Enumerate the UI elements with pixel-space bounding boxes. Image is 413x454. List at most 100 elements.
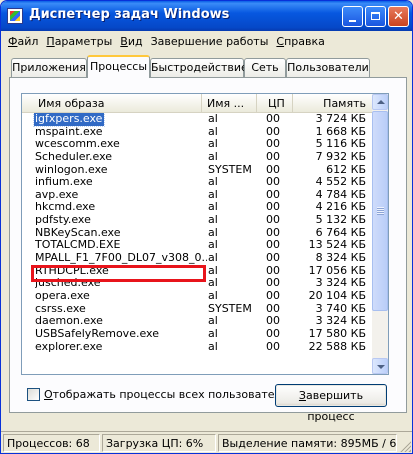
table-row[interactable]: csrss.exe SYSTEM 00 3 740 КБ (22, 303, 372, 316)
menu-view[interactable]: Вид (116, 32, 146, 51)
process-cpu: 00 (266, 138, 280, 151)
menu-file-label: айл (17, 35, 39, 48)
status-bar: Процессов: 68 Загрузка ЦП: 6% Выделение … (1, 431, 412, 453)
minimize-icon (349, 20, 356, 22)
process-memory: 3 324 КБ (315, 277, 366, 290)
process-cpu: 00 (266, 214, 280, 227)
process-user: al (208, 252, 218, 265)
process-cpu: 00 (266, 340, 280, 353)
show-all-users-label[interactable]: Отображать процессы всех пользователей (44, 388, 295, 401)
process-cpu: 00 (266, 277, 280, 290)
show-all-users-accel: О (44, 387, 53, 401)
process-cpu: 00 (266, 113, 280, 125)
process-user: al (208, 340, 218, 353)
process-list-header: Имя образа Имя ... ЦП Память (22, 94, 372, 113)
scroll-down-button[interactable] (372, 358, 388, 374)
table-row[interactable]: mspaint.exe al 00 1 668 КБ (22, 126, 372, 139)
process-list[interactable]: Имя образа Имя ... ЦП Память igfxpers.ex… (21, 93, 389, 375)
process-name: Scheduler.exe (35, 150, 113, 163)
tab-users[interactable]: Пользователи (286, 58, 370, 78)
process-cpu: 00 (266, 302, 280, 315)
end-process-button[interactable]: Завершить процесс (275, 384, 387, 423)
task-manager-app-icon (7, 8, 23, 24)
menu-bar: Файл Параметры Вид Завершение работы Справка (4, 32, 409, 51)
table-row[interactable]: avp.exe al 00 4 784 КБ (22, 189, 372, 202)
process-cpu: 00 (266, 201, 280, 214)
process-user: al (208, 113, 218, 125)
table-row[interactable]: hkcmd.exe al 00 4 216 КБ (22, 201, 372, 214)
table-row[interactable]: igfxpers.exe al 00 3 724 КБ (22, 113, 372, 127)
table-row[interactable]: NBKeyScan.exe al 00 6 764 КБ (22, 227, 372, 240)
column-cpu[interactable]: ЦП (257, 94, 293, 113)
column-user-name[interactable]: Имя ... (202, 94, 257, 113)
process-memory: 4 784 КБ (315, 188, 366, 201)
process-name: hkcmd.exe (35, 201, 96, 214)
column-memory[interactable]: Память (293, 94, 372, 113)
process-cpu: 00 (266, 289, 280, 302)
show-all-users-checkbox[interactable] (27, 387, 40, 401)
task-manager-window: Диспетчер задач Windows ✕ Файл Параметры В… (0, 0, 413, 454)
maximize-button[interactable] (365, 6, 386, 27)
process-user: al (208, 214, 218, 227)
process-cpu: 00 (266, 264, 280, 277)
process-memory: 5 116 КБ (315, 138, 366, 151)
process-name: csrss.exe (35, 302, 86, 315)
table-row[interactable]: explorer.exe al 00 22 588 КБ (22, 341, 372, 354)
scroll-thumb[interactable] (372, 111, 388, 311)
table-row[interactable]: daemon.exe al 00 3 324 КБ (22, 315, 372, 328)
tab-applications[interactable]: Приложения (11, 58, 87, 78)
process-memory: 7 932 КБ (315, 150, 366, 163)
process-user: SYSTEM (208, 163, 252, 176)
maximize-icon (371, 12, 380, 20)
table-row[interactable]: Scheduler.exe al 00 7 932 КБ (22, 151, 372, 164)
close-button[interactable]: ✕ (388, 6, 409, 27)
process-name: infium.exe (35, 176, 93, 189)
menu-help[interactable]: Справка (272, 32, 328, 51)
title-bar[interactable]: Диспетчер задач Windows ✕ (1, 1, 412, 31)
process-user: al (208, 150, 218, 163)
table-row[interactable]: wcescomm.exe al 00 5 116 КБ (22, 138, 372, 151)
table-row[interactable]: pdfsty.exe al 00 5 132 КБ (22, 214, 372, 227)
table-row[interactable]: USBSafelyRemove.exe al 00 17 580 КБ (22, 328, 372, 341)
menu-options[interactable]: Параметры (42, 32, 116, 51)
menu-help-label: правка (284, 35, 325, 48)
column-image-name[interactable]: Имя образа (22, 94, 202, 113)
process-name: igfxpers.exe (32, 113, 106, 127)
process-memory: 13 524 КБ (308, 239, 366, 252)
scroll-grip-icon (377, 207, 384, 215)
process-name: USBSafelyRemove.exe (35, 327, 159, 340)
process-user: al (208, 176, 218, 189)
process-cpu: 00 (266, 176, 280, 189)
process-cpu: 00 (266, 327, 280, 340)
process-memory: 3 724 КБ (315, 113, 366, 125)
table-row[interactable]: winlogon.exe SYSTEM 00 612 КБ (22, 164, 372, 177)
process-user: al (208, 327, 218, 340)
menu-shutdown[interactable]: Завершение работы (147, 32, 273, 51)
process-memory: 1 668 КБ (315, 125, 366, 138)
process-memory: 22 588 КБ (308, 340, 366, 353)
table-row[interactable]: infium.exe al 00 4 552 КБ (22, 176, 372, 189)
process-name: MPALL_F1_7F00_DL07_v308_0... (35, 252, 207, 265)
process-user: al (208, 264, 218, 277)
table-row[interactable]: opera.exe al 00 20 104 КБ (22, 290, 372, 303)
table-row[interactable]: MPALL_F1_7F00_DL07_v308_0... al 00 8 324 КБ (22, 252, 372, 265)
menu-view-label: ид (127, 35, 143, 48)
process-memory: 6 764 КБ (315, 226, 366, 239)
table-row[interactable]: TOTALCMD.EXE al 00 13 524 КБ (22, 239, 372, 252)
menu-file[interactable]: Файл (4, 32, 42, 51)
process-cpu: 00 (266, 188, 280, 201)
process-cpu: 00 (266, 150, 280, 163)
tab-processes[interactable]: Процессы (87, 55, 150, 78)
minimize-button[interactable] (342, 6, 363, 27)
resize-grip-icon[interactable] (399, 440, 411, 452)
show-all-users-option[interactable]: Отображать процессы всех пользователей (27, 387, 295, 401)
process-memory: 4 552 КБ (315, 176, 366, 189)
process-memory: 3 740 КБ (315, 302, 366, 315)
process-memory: 612 КБ (326, 163, 366, 176)
annotation-highlight-box (31, 265, 206, 282)
tab-networking[interactable]: Сеть (244, 58, 286, 78)
status-memory-commit: Выделение памяти: 895МБ / 6 (218, 434, 397, 452)
tab-performance[interactable]: Быстродействие (150, 58, 248, 78)
vertical-scrollbar[interactable] (372, 94, 388, 374)
scroll-up-button[interactable] (372, 94, 388, 110)
